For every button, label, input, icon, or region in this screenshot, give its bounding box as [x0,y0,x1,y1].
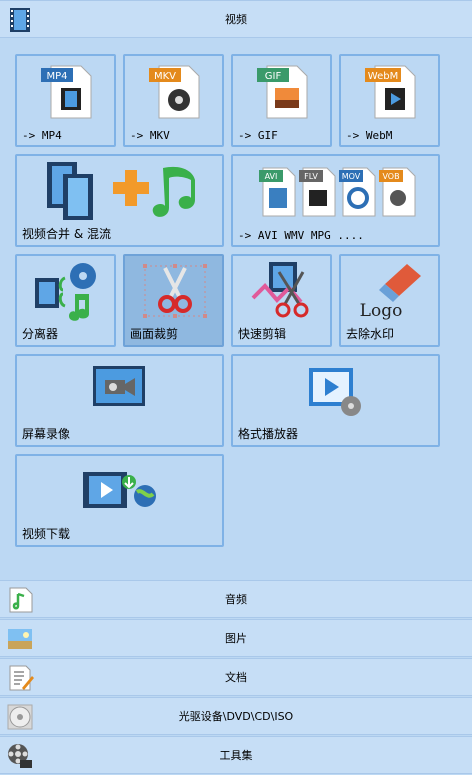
toolkit-section-header[interactable]: 工具集 [0,736,472,774]
document-section-header[interactable]: 文档 [0,658,472,696]
disc-section-header[interactable]: 光驱设备\DVD\CD\ISO [0,697,472,735]
splitter-label: 分离器 [22,327,59,341]
audio-section-title: 音频 [225,593,247,606]
eraser-logo-icon: Logo [360,264,421,320]
film-reel-icon [8,744,32,768]
vob-badge-text: VOB [382,172,399,181]
screen-recording-label: 屏幕录像 [22,427,71,441]
convert-to-webm-label: -> WebM [346,129,393,142]
document-icon [9,665,34,691]
webm-badge-text: WebM [368,71,398,82]
picture-section-header[interactable]: 图片 [0,619,472,657]
convert-to-mp4-tile[interactable]: MP4 -> MP4 [15,54,116,147]
gif-file-icon: GIF [257,65,308,119]
video-download-label: 视频下载 [22,527,71,541]
format-player-tile[interactable]: 格式播放器 [231,354,440,447]
video-download-tile[interactable]: 视频下载 [15,454,224,547]
logo-text: Logo [360,301,403,320]
webm-file-icon: WebM [365,65,416,119]
screen-recording-tile[interactable]: 屏幕录像 [15,354,224,447]
convert-to-mkv-label: -> MKV [130,129,170,142]
merge-and-mux-label: 视频合并 & 混流 [22,227,111,241]
picture-icon [8,629,32,649]
convert-to-other-formats-tile[interactable]: AVI FLV MOV VOB -> AVI WMV MPG .... [231,154,440,247]
audio-section-header[interactable]: 音频 [0,580,472,618]
quick-cut-icon [251,262,309,318]
music-file-icon [9,587,33,613]
disc-icon [7,704,33,730]
video-player-icon [309,368,361,416]
remove-watermark-tile[interactable]: Logo 去除水印 [339,254,440,347]
merge-and-mux-tile[interactable]: 视频合并 & 混流 [15,154,224,247]
format-player-label: 格式播放器 [238,427,299,441]
multi-format-icon: AVI FLV MOV VOB [259,167,416,217]
crop-label: 画面裁剪 [130,327,179,341]
screen-recorder-icon [93,366,145,406]
video-section-header[interactable]: 视频 [0,0,472,38]
video-section-title: 视频 [225,13,247,26]
quick-cut-tile[interactable]: 快速剪辑 [231,254,332,347]
convert-to-mp4-label: -> MP4 [22,129,62,142]
mp4-badge-text: MP4 [46,71,67,82]
crop-tile[interactable]: 画面裁剪 [123,254,224,347]
convert-to-mkv-tile[interactable]: MKV -> MKV [123,54,224,147]
video-download-icon [83,472,156,508]
mov-badge-text: MOV [342,172,361,181]
video-tools-panel: MP4 -> MP4 MKV -> MKV GIF -> GIF WebM ->… [0,39,472,575]
convert-to-gif-label: -> GIF [238,129,278,142]
crop-scissors-icon [143,264,207,318]
mkv-file-icon: MKV [149,65,200,119]
toolkit-section-title: 工具集 [219,749,253,762]
convert-to-gif-tile[interactable]: GIF -> GIF [231,54,332,147]
flv-badge-text: FLV [304,172,318,181]
document-section-title: 文档 [225,671,247,684]
film-strip-icon [10,8,30,32]
picture-section-title: 图片 [225,632,247,645]
mp4-file-icon: MP4 [41,65,92,119]
quick-cut-label: 快速剪辑 [238,327,287,341]
merge-video-audio-icon [47,162,195,220]
splitter-icon [35,263,96,321]
splitter-tile[interactable]: 分离器 [15,254,116,347]
avi-badge-text: AVI [265,172,278,181]
convert-to-webm-tile[interactable]: WebM -> WebM [339,54,440,147]
convert-to-other-formats-label: -> AVI WMV MPG .... [238,229,364,242]
disc-section-title: 光驱设备\DVD\CD\ISO [178,710,294,723]
gif-badge-text: GIF [265,71,282,82]
remove-watermark-label: 去除水印 [346,327,395,341]
mkv-badge-text: MKV [154,71,176,82]
